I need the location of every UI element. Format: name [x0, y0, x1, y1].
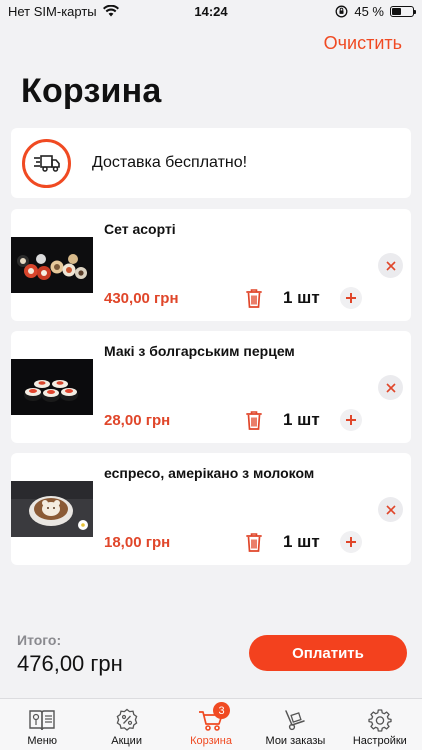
status-left: Нет SIM-карты [8, 4, 119, 19]
delivery-truck-icon [22, 138, 71, 188]
status-bar: Нет SIM-карты 14:24 45 % [0, 0, 422, 22]
pay-button[interactable]: Оплатить [249, 635, 407, 671]
plus-icon [346, 293, 356, 303]
remove-item-button[interactable] [378, 253, 403, 278]
trash-icon[interactable] [244, 409, 264, 431]
discount-badge-icon [116, 708, 137, 731]
total-label: Итого: [17, 632, 62, 648]
tab-settings[interactable]: Настройки [338, 699, 422, 750]
close-icon [385, 504, 396, 515]
close-icon [385, 260, 396, 271]
cart-item: Макі з болгарським перцем 28,00 грн 1 шт [11, 331, 411, 443]
delivery-banner: Доставка бесплатно! [11, 128, 411, 198]
cart-count-badge: 3 [213, 702, 231, 719]
gear-icon [368, 709, 392, 732]
battery-percent: 45 % [354, 3, 384, 19]
tab-bar: Меню Акции 3 Корзина Мои заказы Настройк… [0, 698, 422, 750]
item-quantity: 1 шт [283, 288, 320, 307]
tab-promotions[interactable]: Акции [84, 699, 168, 750]
tab-cart[interactable]: 3 Корзина [169, 699, 253, 750]
item-name: еспресо, амерікано з молоком [104, 465, 315, 481]
carrier-text: Нет SIM-карты [8, 3, 97, 19]
delivery-text: Доставка бесплатно! [92, 154, 248, 171]
increase-quantity-button[interactable] [340, 409, 362, 431]
trash-icon[interactable] [244, 531, 264, 553]
cart-item: Сет асорті 430,00 грн 1 шт [11, 209, 411, 321]
item-name: Макі з болгарським перцем [104, 343, 295, 359]
tab-label: Мои заказы [265, 735, 326, 747]
page-title: Корзина [21, 72, 162, 110]
increase-quantity-button[interactable] [340, 287, 362, 309]
orientation-lock-icon [335, 5, 348, 17]
remove-item-button[interactable] [378, 497, 403, 522]
tab-menu[interactable]: Меню [0, 699, 84, 750]
latte-art-image [11, 481, 93, 537]
sushi-set-image [11, 237, 93, 293]
increase-quantity-button[interactable] [340, 531, 362, 553]
tab-label: Настройки [352, 735, 407, 747]
item-price: 430,00 грн [104, 290, 179, 307]
plus-icon [346, 415, 356, 425]
cart-item: еспресо, амерікано з молоком 18,00 грн 1… [11, 453, 411, 565]
item-name: Сет асорті [104, 221, 176, 237]
plus-icon [346, 537, 356, 547]
hand-truck-icon [285, 710, 306, 731]
item-quantity: 1 шт [283, 410, 320, 429]
close-icon [385, 382, 396, 393]
menu-book-icon [29, 710, 55, 731]
maki-roll-image [11, 359, 93, 415]
item-price: 28,00 грн [104, 412, 171, 429]
battery-fill [392, 7, 401, 15]
tab-label: Акции [111, 735, 142, 747]
tab-label: Меню [27, 735, 58, 747]
wifi-icon [102, 5, 119, 17]
item-quantity: 1 шт [283, 532, 320, 551]
trash-icon[interactable] [244, 287, 264, 309]
tab-label: Корзина [190, 735, 232, 747]
remove-item-button[interactable] [378, 375, 403, 400]
status-right: 45 % [335, 3, 416, 19]
tab-my-orders[interactable]: Мои заказы [253, 699, 337, 750]
battery-icon [390, 5, 416, 17]
item-price: 18,00 грн [104, 534, 171, 551]
total-value: 476,00 грн [17, 651, 123, 676]
clear-cart-button[interactable]: Очистить [324, 33, 402, 54]
